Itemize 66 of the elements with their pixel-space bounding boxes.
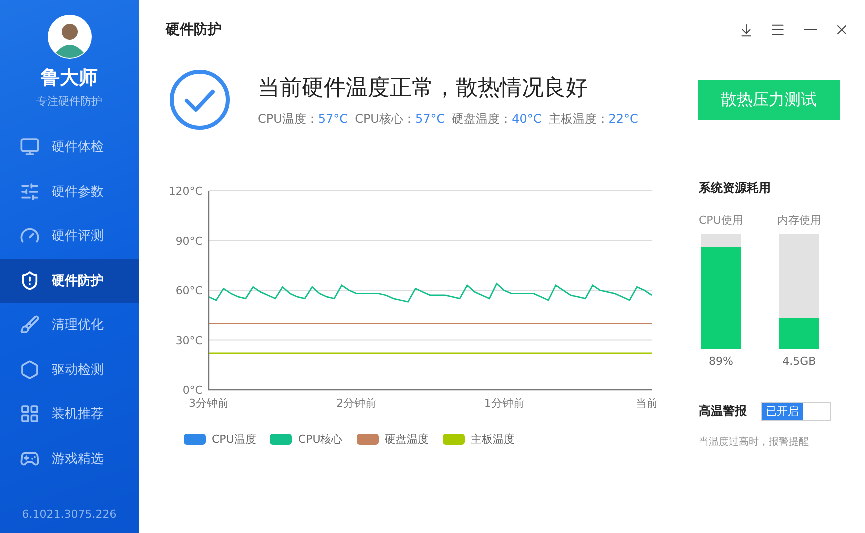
reading-value: 57°C <box>318 112 348 126</box>
stress-test-button[interactable]: 散热压力测试 <box>698 80 840 120</box>
sliders-icon <box>20 182 40 202</box>
axis-label: 0°C <box>182 384 203 397</box>
sidebar-item-label: 硬件防护 <box>52 272 104 290</box>
sidebar-item-label: 驱动检测 <box>52 362 104 379</box>
sidebar-item[interactable]: 硬件评测 <box>0 214 139 258</box>
status-headline: 当前硬件温度正常，散热情况良好 <box>258 74 589 102</box>
reading-value: 40°C <box>512 112 542 126</box>
meter-reading: 89% <box>708 355 734 368</box>
meter-label: 内存使用 <box>777 213 822 228</box>
minimize-icon <box>804 29 816 31</box>
axis-label: 1分钟前 <box>484 397 524 410</box>
legend-label: CPU核心 <box>298 432 343 447</box>
sidebar-item[interactable]: 装机推荐 <box>0 392 139 436</box>
reading-value: 22°C <box>608 112 638 126</box>
legend-label: 主板温度 <box>470 432 515 447</box>
menu-icon <box>770 22 786 38</box>
sidebar-item-label: 硬件参数 <box>52 184 104 201</box>
legend-label: 硬盘温度 <box>384 432 429 447</box>
meter-reading: 4.5GB <box>782 355 816 368</box>
brand-name: 鲁大师 <box>41 66 98 91</box>
axis-label: 当前 <box>636 397 658 410</box>
sidebar-item-label: 硬件体检 <box>52 139 104 156</box>
axis-label: 30°C <box>176 334 203 348</box>
sidebar-item-label: 装机推荐 <box>52 406 104 424</box>
meter-label: CPU使用 <box>699 213 744 228</box>
sidebar-item[interactable]: 清理优化 <box>0 303 139 348</box>
sidebar-item-label: 清理优化 <box>52 317 104 334</box>
reading-value: 57°C <box>415 112 446 126</box>
legend-swatch <box>270 434 292 445</box>
download-icon <box>738 22 754 38</box>
alert-hint: 当温度过高时，报警提醒 <box>699 436 810 449</box>
hexagon-icon <box>20 360 40 380</box>
axis-label: 120°C <box>168 185 203 198</box>
monitor-icon <box>20 137 40 158</box>
legend-swatch <box>442 434 465 445</box>
reading-label: 主板温度： <box>548 112 609 126</box>
reading-label: CPU核心： <box>355 112 416 126</box>
sidebar-item[interactable]: 驱动检测 <box>0 348 139 392</box>
sidebar-item[interactable]: 硬件防护 <box>0 258 139 303</box>
reading-label: CPU温度： <box>258 112 318 126</box>
version-text: 6.1021.3075.226 <box>22 508 117 521</box>
brand-tagline: 专注硬件防护 <box>36 94 102 109</box>
section-title: 系统资源耗用 <box>699 180 772 197</box>
brush-icon <box>20 315 40 336</box>
shield-icon <box>20 270 40 291</box>
sidebar-item-label: 游戏精选 <box>52 450 104 468</box>
reading-label: 硬盘温度： <box>452 112 512 126</box>
grid-icon <box>20 404 40 424</box>
alert-label: 高温警报 <box>699 403 747 420</box>
sidebar-item[interactable]: 硬件参数 <box>0 170 139 214</box>
legend-swatch <box>356 434 379 445</box>
sidebar-item[interactable]: 硬件体检 <box>0 125 139 170</box>
avatar-icon <box>48 15 92 59</box>
axis-label: 90°C <box>176 234 203 248</box>
alert-toggle[interactable]: 已开启 <box>761 402 831 421</box>
page-title: 硬件防护 <box>166 21 222 39</box>
legend-swatch <box>184 434 206 445</box>
sidebar-item[interactable]: 游戏精选 <box>0 436 139 481</box>
axis-label: 60°C <box>176 284 203 298</box>
check-icon <box>169 69 231 131</box>
axis-label: 3分钟前 <box>189 397 229 410</box>
axis-label: 2分钟前 <box>336 397 377 410</box>
legend-label: CPU温度 <box>212 432 256 447</box>
sidebar-item-label: 硬件评测 <box>52 228 104 246</box>
